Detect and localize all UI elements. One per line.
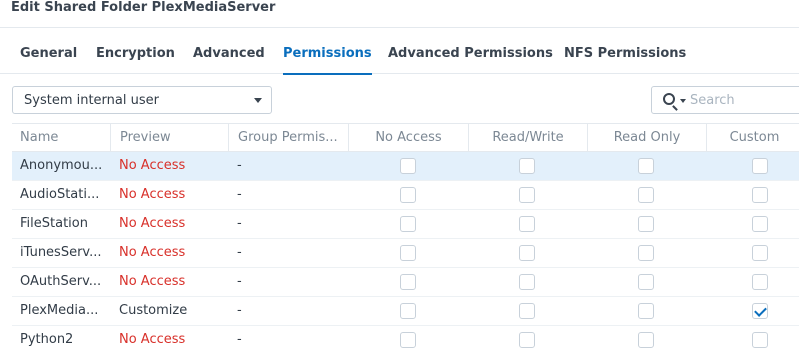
table-row[interactable]: FileStation No Access - (12, 210, 799, 239)
no-access-checkbox[interactable] (400, 332, 416, 348)
preview-value: No Access (119, 245, 186, 260)
tab-permissions[interactable]: Permissions (283, 46, 372, 75)
user-name: Anonymou... (20, 158, 103, 173)
table-row[interactable]: PlexMedia... Customize - (12, 297, 799, 326)
no-access-checkbox[interactable] (400, 245, 416, 261)
user-name: FileStation (20, 216, 88, 231)
search-options-caret-icon[interactable] (680, 99, 686, 103)
no-access-checkbox[interactable] (400, 274, 416, 290)
search-box[interactable] (651, 86, 799, 114)
tab-advanced-permissions[interactable]: Advanced Permissions (388, 46, 553, 61)
read-write-checkbox[interactable] (519, 158, 535, 174)
group-permission-value: - (237, 187, 242, 202)
no-access-checkbox[interactable] (400, 187, 416, 203)
custom-checkbox[interactable] (752, 187, 768, 203)
search-icon[interactable] (663, 93, 675, 105)
permissions-table: Name Preview Group Permis... No Access R… (12, 123, 799, 353)
user-name: OAuthServ... (20, 274, 102, 289)
preview-value: No Access (119, 187, 186, 202)
user-name: PlexMedia... (20, 303, 99, 318)
tab-general[interactable]: General (20, 46, 77, 61)
read-only-checkbox[interactable] (638, 158, 654, 174)
table-row[interactable]: iTunesServ... No Access - (12, 239, 799, 268)
custom-checkbox[interactable] (752, 332, 768, 348)
tab-encryption[interactable]: Encryption (96, 46, 175, 61)
read-write-checkbox[interactable] (519, 332, 535, 348)
window-title-bar: Edit Shared Folder PlexMediaServer (0, 0, 799, 28)
preview-value: No Access (119, 274, 186, 289)
tab-nfs-permissions[interactable]: NFS Permissions (564, 46, 686, 61)
custom-checkbox-checked[interactable] (752, 303, 768, 319)
preview-value: Customize (119, 303, 188, 318)
read-only-checkbox[interactable] (638, 245, 654, 261)
group-permission-value: - (237, 158, 242, 173)
read-only-checkbox[interactable] (638, 187, 654, 203)
read-write-checkbox[interactable] (519, 303, 535, 319)
user-name: Python2 (20, 332, 74, 347)
column-header-group-permissions[interactable]: Group Permis... (228, 124, 349, 151)
read-write-checkbox[interactable] (519, 274, 535, 290)
table-row[interactable]: AudioStati... No Access - (12, 181, 799, 210)
user-name: AudioStati... (20, 187, 100, 202)
column-header-read-write[interactable]: Read/Write (468, 124, 587, 151)
group-permission-value: - (237, 274, 242, 289)
column-header-no-access[interactable]: No Access (348, 124, 468, 151)
table-header-row: Name Preview Group Permis... No Access R… (12, 123, 799, 152)
no-access-checkbox[interactable] (400, 303, 416, 319)
read-only-checkbox[interactable] (638, 216, 654, 232)
table-row[interactable]: OAuthServ... No Access - (12, 268, 799, 297)
window-title: Edit Shared Folder PlexMediaServer (11, 0, 276, 15)
table-row[interactable]: Python2 No Access - (12, 326, 799, 353)
search-input[interactable] (690, 90, 799, 110)
read-only-checkbox[interactable] (638, 274, 654, 290)
column-header-preview[interactable]: Preview (110, 124, 228, 151)
column-header-custom[interactable]: Custom (706, 124, 799, 151)
read-write-checkbox[interactable] (519, 245, 535, 261)
user-type-select-value: System internal user (24, 93, 159, 108)
column-header-read-only[interactable]: Read Only (587, 124, 706, 151)
table-row[interactable]: Anonymou... No Access - (12, 152, 799, 181)
no-access-checkbox[interactable] (400, 216, 416, 232)
column-header-name[interactable]: Name (20, 124, 112, 151)
custom-checkbox[interactable] (752, 216, 768, 232)
group-permission-value: - (237, 216, 242, 231)
read-write-checkbox[interactable] (519, 216, 535, 232)
group-permission-value: - (237, 245, 242, 260)
custom-checkbox[interactable] (752, 274, 768, 290)
read-write-checkbox[interactable] (519, 187, 535, 203)
tab-bar: General Encryption Advanced Permissions … (0, 28, 799, 75)
group-permission-value: - (237, 332, 242, 347)
custom-checkbox[interactable] (752, 158, 768, 174)
no-access-checkbox[interactable] (400, 158, 416, 174)
chevron-down-icon (254, 98, 262, 103)
user-type-select[interactable]: System internal user (12, 86, 272, 114)
preview-value: No Access (119, 332, 186, 347)
tab-advanced[interactable]: Advanced (193, 46, 265, 61)
preview-value: No Access (119, 216, 186, 231)
custom-checkbox[interactable] (752, 245, 768, 261)
preview-value: No Access (119, 158, 186, 173)
group-permission-value: - (237, 303, 242, 318)
user-name: iTunesServ... (20, 245, 102, 260)
read-only-checkbox[interactable] (638, 303, 654, 319)
read-only-checkbox[interactable] (638, 332, 654, 348)
